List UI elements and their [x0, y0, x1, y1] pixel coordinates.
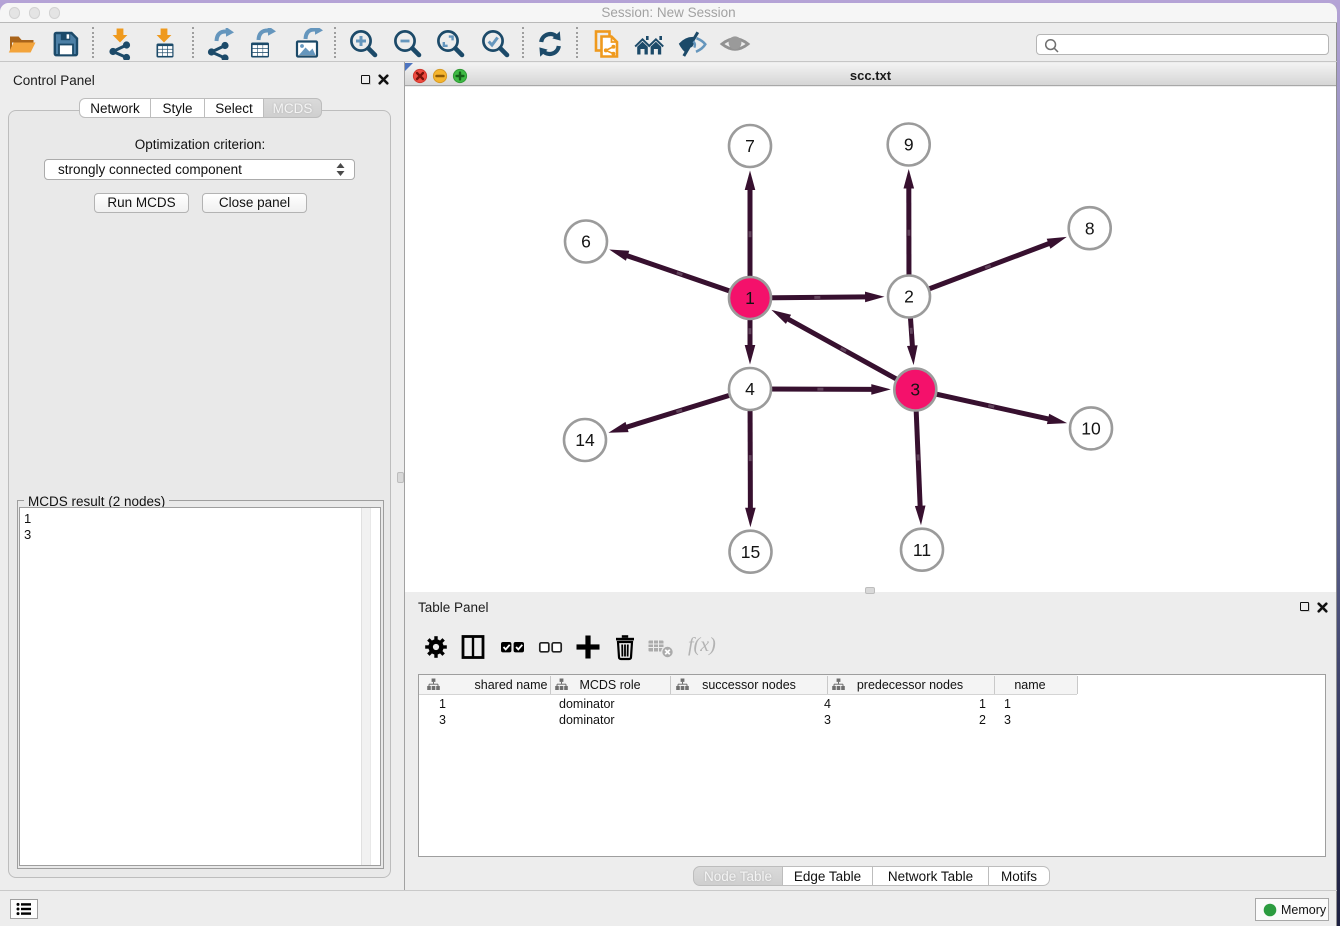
svg-text:14: 14 [575, 430, 595, 450]
svg-text:4: 4 [745, 379, 755, 399]
svg-text:3: 3 [910, 380, 920, 400]
svg-text:1: 1 [745, 288, 755, 308]
svg-text:8: 8 [1085, 218, 1095, 238]
svg-text:10: 10 [1081, 419, 1101, 439]
svg-text:15: 15 [741, 542, 760, 562]
svg-text:2: 2 [904, 287, 914, 307]
svg-text:9: 9 [904, 135, 914, 155]
svg-text:6: 6 [581, 232, 591, 252]
svg-text:11: 11 [913, 540, 931, 560]
svg-text:7: 7 [745, 136, 755, 156]
